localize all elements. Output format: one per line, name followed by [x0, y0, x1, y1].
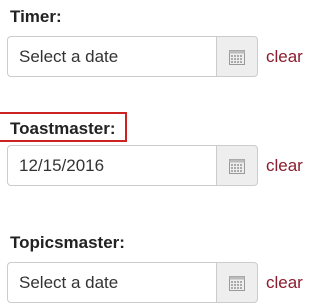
date-input-group-timer	[7, 36, 258, 77]
calendar-icon	[229, 275, 245, 291]
clear-link-timer[interactable]: clear	[266, 47, 303, 67]
date-input-toastmaster[interactable]	[7, 145, 216, 186]
date-input-group-toastmaster	[7, 145, 258, 186]
calendar-icon	[229, 49, 245, 65]
field-label-toastmaster: Toastmaster:	[0, 112, 127, 142]
calendar-button-topicsmaster[interactable]	[216, 262, 258, 303]
field-label-topicsmaster: Topicsmaster:	[10, 233, 125, 252]
date-input-group-topicsmaster	[7, 262, 258, 303]
clear-link-topicsmaster[interactable]: clear	[266, 273, 303, 293]
calendar-button-timer[interactable]	[216, 36, 258, 77]
clear-link-toastmaster[interactable]: clear	[266, 156, 303, 176]
date-input-timer[interactable]	[7, 36, 216, 77]
field-label-timer: Timer:	[10, 7, 62, 26]
calendar-icon	[229, 158, 245, 174]
calendar-button-toastmaster[interactable]	[216, 145, 258, 186]
date-input-topicsmaster[interactable]	[7, 262, 216, 303]
